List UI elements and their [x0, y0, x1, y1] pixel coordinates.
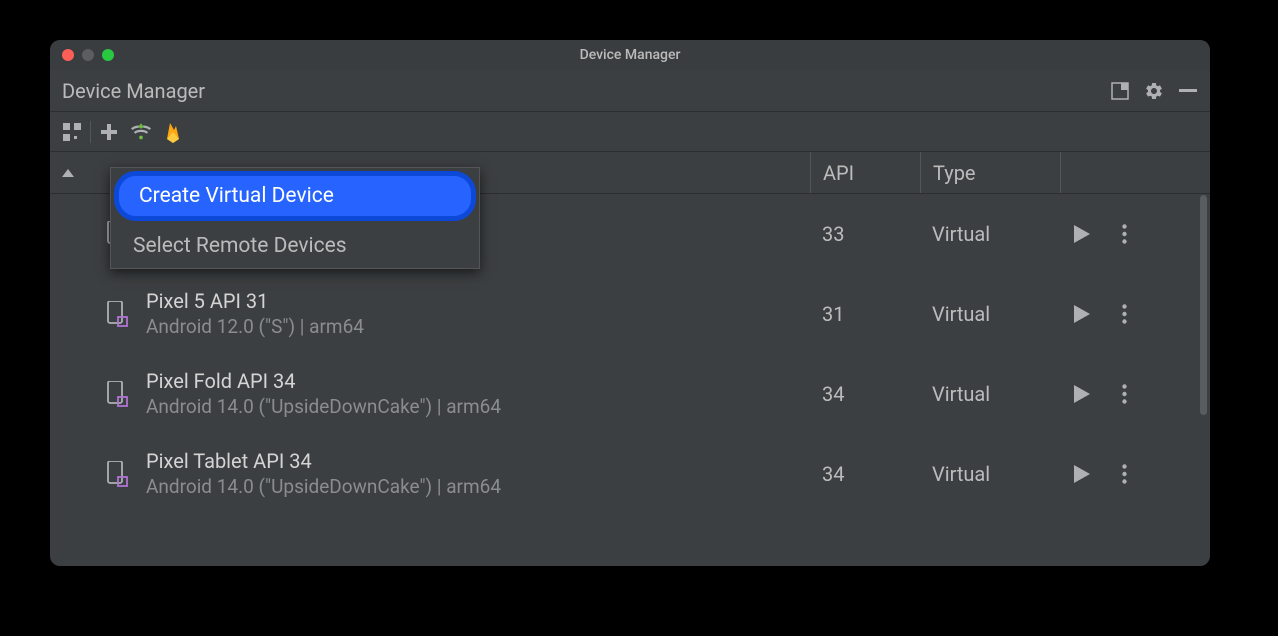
device-name: Pixel 5 API 31	[146, 289, 364, 313]
device-subtitle: Android 14.0 ("UpsideDownCake") | arm64	[146, 475, 501, 498]
gear-icon[interactable]	[1144, 81, 1164, 101]
play-icon[interactable]	[1072, 464, 1092, 484]
column-header-type[interactable]: Type	[920, 152, 1060, 193]
device-api: 31	[810, 302, 920, 326]
device-api: 34	[810, 462, 920, 486]
scrollbar[interactable]	[1200, 195, 1207, 415]
minimize-panel-icon[interactable]	[1178, 81, 1198, 101]
more-vert-icon[interactable]	[1114, 384, 1134, 404]
play-icon[interactable]	[1072, 304, 1092, 324]
more-vert-icon[interactable]	[1114, 464, 1134, 484]
device-name: Pixel Fold API 34	[146, 369, 501, 393]
device-explorer-icon[interactable]	[62, 122, 82, 142]
toolbar-separator	[90, 121, 91, 143]
table-row[interactable]: Pixel Tablet API 34 Android 14.0 ("Upsid…	[50, 434, 1210, 514]
toolbar	[50, 112, 1210, 152]
panel-title: Device Manager	[62, 79, 205, 103]
device-name: Pixel Tablet API 34	[146, 449, 501, 473]
phone-icon	[104, 381, 130, 407]
table-row[interactable]: Pixel 5 API 31 Android 12.0 ("S") | arm6…	[50, 274, 1210, 354]
device-type: Virtual	[920, 302, 1060, 326]
panel-actions	[1110, 81, 1198, 101]
play-icon[interactable]	[1072, 384, 1092, 404]
sort-ascending-icon	[62, 169, 74, 177]
phone-icon	[104, 301, 130, 327]
maximize-window-button[interactable]	[102, 49, 114, 61]
firebase-icon[interactable]	[163, 122, 183, 142]
device-subtitle: Android 12.0 ("S") | arm64	[146, 315, 364, 338]
device-manager-window: Device Manager Device Manager	[50, 40, 1210, 566]
phone-icon	[104, 461, 130, 487]
minimize-window-button[interactable]	[82, 49, 94, 61]
menu-item-create-virtual-device[interactable]: Create Virtual Device	[114, 171, 476, 221]
menu-item-select-remote-devices[interactable]: Select Remote Devices	[111, 224, 479, 268]
more-vert-icon[interactable]	[1114, 304, 1134, 324]
titlebar: Device Manager	[50, 40, 1210, 70]
panel-header: Device Manager	[50, 70, 1210, 112]
wifi-icon[interactable]	[131, 122, 151, 142]
window-title: Device Manager	[580, 47, 681, 63]
device-type: Virtual	[920, 462, 1060, 486]
device-type: Virtual	[920, 222, 1060, 246]
device-api: 34	[810, 382, 920, 406]
column-header-actions	[1060, 152, 1180, 193]
window-mode-icon[interactable]	[1110, 81, 1130, 101]
device-api: 33	[810, 222, 920, 246]
add-device-icon[interactable]	[99, 122, 119, 142]
more-vert-icon[interactable]	[1114, 224, 1134, 244]
play-icon[interactable]	[1072, 224, 1092, 244]
table-row[interactable]: Pixel Fold API 34 Android 14.0 ("UpsideD…	[50, 354, 1210, 434]
window-controls	[50, 49, 114, 61]
device-type: Virtual	[920, 382, 1060, 406]
column-header-api[interactable]: API	[810, 152, 920, 193]
add-device-menu: Create Virtual Device Select Remote Devi…	[110, 167, 480, 269]
close-window-button[interactable]	[62, 49, 74, 61]
device-subtitle: Android 14.0 ("UpsideDownCake") | arm64	[146, 395, 501, 418]
